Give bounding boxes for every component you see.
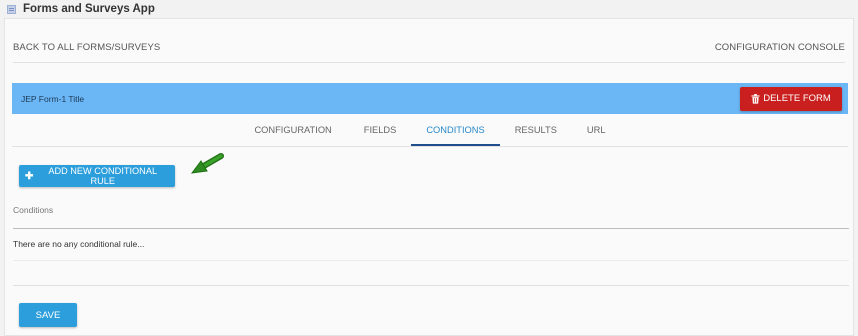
trash-icon [751, 93, 760, 104]
delete-form-button[interactable]: DELETE FORM [740, 86, 842, 111]
tab-configuration[interactable]: CONFIGURATION [239, 114, 346, 146]
conditions-section-label: Conditions [13, 205, 54, 215]
add-conditional-rule-label: ADD NEW CONDITIONAL RULE [48, 166, 158, 186]
empty-conditions-message: There are no any conditional rule... [13, 239, 145, 249]
configuration-console-link[interactable]: CONFIGURATION CONSOLE [715, 42, 845, 53]
app-header: Forms and Surveys App [0, 0, 858, 18]
tab-bar: CONFIGURATION FIELDS CONDITIONS RESULTS … [12, 114, 848, 147]
app-window-icon [7, 4, 16, 14]
footer-divider [13, 285, 849, 286]
tab-conditions[interactable]: CONDITIONS [411, 114, 500, 146]
app-title: Forms and Surveys App [23, 3, 155, 15]
delete-form-label: DELETE FORM [763, 93, 831, 104]
conditions-divider [13, 228, 849, 229]
plus-icon: ✚ [25, 170, 34, 182]
form-title-bar: JEP Form-1 Title DELETE FORM [12, 83, 848, 114]
add-conditional-rule-button[interactable]: ✚ ADD NEW CONDITIONAL RULE [19, 165, 175, 187]
tab-fields[interactable]: FIELDS [349, 114, 412, 146]
main-panel: BACK TO ALL FORMS/SURVEYS CONFIGURATION … [4, 18, 854, 336]
annotation-arrow-icon [190, 153, 224, 174]
save-button[interactable]: SAVE [19, 303, 77, 327]
form-title: JEP Form-1 Title [21, 93, 85, 104]
tab-url[interactable]: URL [572, 114, 621, 146]
tab-results[interactable]: RESULTS [500, 114, 572, 146]
top-navigation-bar: BACK TO ALL FORMS/SURVEYS CONFIGURATION … [13, 32, 845, 63]
row-divider [13, 260, 849, 261]
back-to-forms-link[interactable]: BACK TO ALL FORMS/SURVEYS [13, 42, 160, 53]
